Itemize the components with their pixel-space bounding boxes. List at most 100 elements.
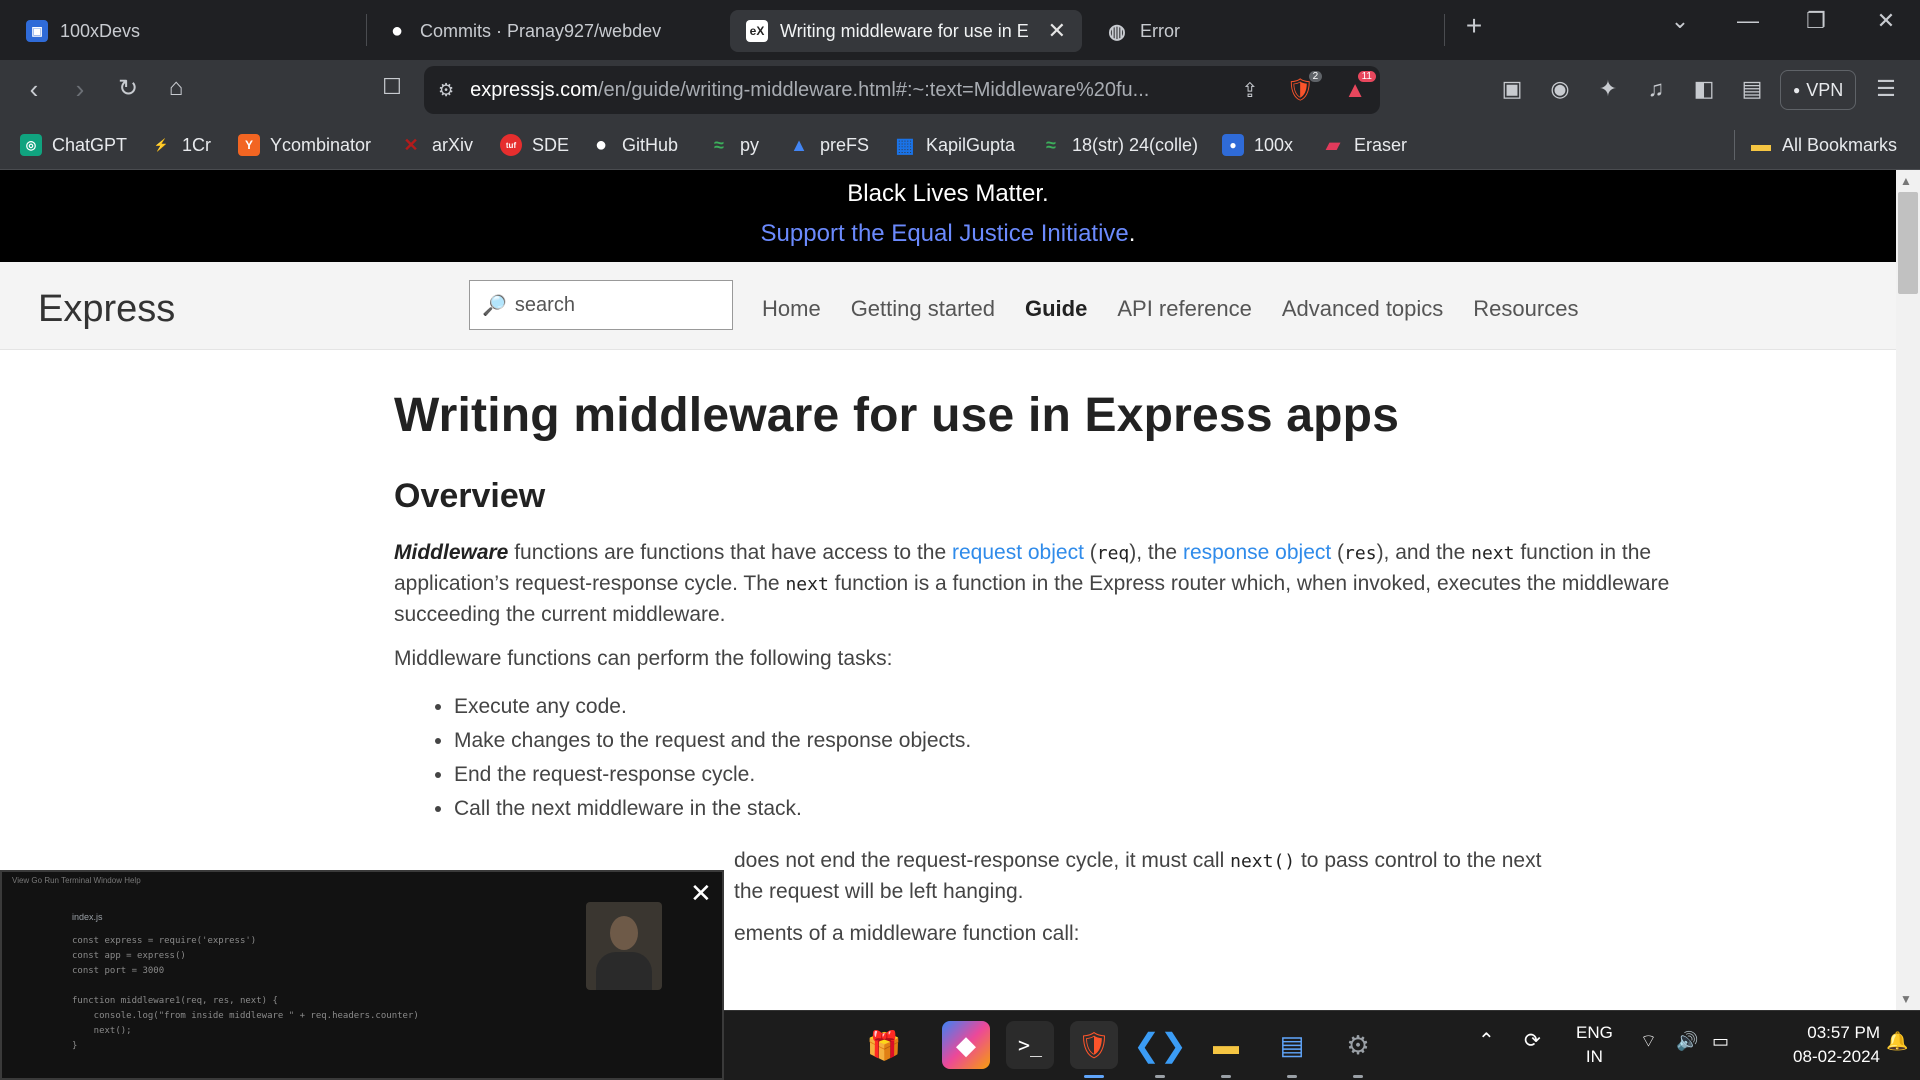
webcam-head [610, 916, 638, 950]
gift-widget-icon[interactable]: 🎁 [860, 1021, 908, 1069]
menu-icon[interactable]: ☰ [1872, 76, 1900, 104]
sidebar-toggle-icon[interactable]: ◧ [1690, 76, 1718, 104]
avatar-icon: ● [1222, 134, 1244, 156]
language-indicator[interactable]: ENG IN [1576, 1021, 1613, 1069]
tab-title: Writing middleware for use in Ex [780, 20, 1028, 41]
response-object-link[interactable]: response object [1183, 541, 1331, 564]
code-next-call: next() [1230, 851, 1296, 872]
banner-suffix: . [1128, 220, 1136, 247]
scrollbar-thumb[interactable] [1898, 192, 1918, 294]
media-icon[interactable]: ♫ [1642, 76, 1670, 104]
bookmark-chatgpt[interactable]: ◎ ChatGPT [20, 130, 127, 160]
page-scrollbar[interactable] [1896, 170, 1920, 1010]
nav-home[interactable]: Home [762, 296, 821, 322]
notepad-icon[interactable]: ▤ [1268, 1021, 1316, 1069]
show-hidden-icons-chevron-icon[interactable]: ⌃ [1478, 1029, 1495, 1053]
bookmark-kapilgupta[interactable]: ▦ KapilGupta [894, 130, 1016, 160]
battery-icon[interactable]: ▭ [1712, 1029, 1729, 1053]
pip-video-window[interactable]: View Go Run Terminal Window Help index.j… [0, 870, 724, 1080]
nav-advanced-topics[interactable]: Advanced topics [1282, 296, 1443, 322]
notifications-icon[interactable]: 🔔 [1886, 1029, 1908, 1053]
close-pip-icon[interactable]: ✕ [690, 878, 712, 909]
site-logo[interactable]: Express [38, 288, 175, 331]
all-bookmarks[interactable]: ▬ All Bookmarks [1750, 130, 1897, 160]
bookmark-ycombinator[interactable]: Y Ycombinator [238, 130, 371, 160]
vpn-button[interactable]: ● VPN [1780, 70, 1857, 110]
copilot-icon[interactable]: ◆ [942, 1021, 990, 1069]
bookmark-prefs[interactable]: ▲ preFS [788, 130, 869, 160]
sidebar-panel-icon[interactable]: ▣ [1498, 76, 1526, 104]
drive-icon: ▲ [790, 134, 808, 155]
bookmark-1cr[interactable]: ⚡ 1Cr [150, 130, 212, 160]
brave-icon[interactable]: 🛡 [1070, 1021, 1118, 1069]
article: Writing middleware for use in Express ap… [394, 388, 1694, 949]
bookmark-label: 18(str) 24(colle) [1072, 134, 1199, 155]
new-tab-button[interactable]: + [1454, 10, 1494, 42]
pip-webcam [586, 902, 662, 990]
back-button[interactable]: ‹ [16, 74, 52, 105]
tab-100xdevs[interactable]: ▣ 100xDevs [10, 10, 360, 52]
home-button[interactable]: ⌂ [158, 74, 194, 102]
nav-guide[interactable]: Guide [1025, 296, 1087, 322]
share-icon[interactable]: ⇪ [1242, 78, 1259, 103]
tab-writing-middleware[interactable]: eX Writing middleware for use in Ex ✕ [730, 10, 1082, 52]
tab-title: 100xDevs [60, 20, 141, 41]
site-settings-icon[interactable]: ⚙ [438, 80, 454, 101]
close-window-button[interactable]: ✕ [1866, 8, 1906, 34]
brave-rewards-icon[interactable]: ▲ 11 [1344, 71, 1376, 103]
bookmark-sde[interactable]: tuf SDE [500, 130, 569, 160]
text-run: to pass control to the next [1295, 849, 1542, 872]
nav-api-reference[interactable]: API reference [1117, 296, 1252, 322]
bookmark-18str[interactable]: ≈18(str) 24(colle) [1040, 130, 1198, 160]
close-tab-icon[interactable]: ✕ [1048, 18, 1066, 44]
wallet-icon[interactable]: ▤ [1738, 76, 1766, 104]
search-input[interactable]: 🔎 search [469, 280, 733, 330]
bookmark-label: 100x [1254, 134, 1294, 155]
tasks-list: Execute any code. Make changes to the re… [454, 690, 1694, 826]
bookmark-icon[interactable]: ☐ [374, 74, 410, 100]
github-icon: ● [594, 133, 608, 156]
file-explorer-icon[interactable]: ▬ [1202, 1021, 1250, 1069]
search-icon: 🔎 [482, 294, 507, 317]
list-item: Call the next middleware in the stack. [454, 792, 1694, 826]
nav-getting-started[interactable]: Getting started [851, 296, 995, 322]
window-icon: ▣ [26, 20, 48, 42]
link-icon: ≈ [1046, 134, 1056, 155]
leo-ai-icon[interactable]: ◉ [1546, 76, 1574, 104]
extensions-icon[interactable]: ✦ [1594, 76, 1622, 104]
banner-heading: Black Lives Matter. [847, 180, 1049, 207]
forward-button[interactable]: › [62, 74, 98, 105]
scroll-up-icon[interactable]: ▲ [1900, 174, 1912, 188]
tab-title: Error [1140, 20, 1180, 41]
reload-button[interactable]: ↻ [110, 74, 146, 103]
sync-icon[interactable]: ⟳ [1524, 1029, 1541, 1053]
bookmark-label: All Bookmarks [1782, 134, 1898, 155]
clock[interactable]: 03:57 PM 08-02-2024 [1760, 1021, 1880, 1069]
request-object-link[interactable]: request object [952, 541, 1084, 564]
active-indicator [1084, 1075, 1104, 1078]
tab-error[interactable]: ◍ Error [1090, 10, 1440, 52]
volume-icon[interactable]: 🔊 [1676, 1029, 1698, 1053]
tab-search-chevron-icon[interactable]: ⌄ [1660, 8, 1700, 34]
vpn-label: VPN [1806, 79, 1844, 100]
bookmark-github[interactable]: ● GitHub [590, 130, 678, 160]
minimize-button[interactable]: — [1728, 8, 1768, 34]
wifi-icon[interactable]: ⌔ [1640, 1029, 1657, 1053]
bookmark-py[interactable]: ≈ py [708, 130, 759, 160]
bookmark-arxiv[interactable]: ✕ arXiv [400, 130, 473, 160]
brave-shields-icon[interactable]: 🛡 2 [1286, 71, 1323, 103]
nav-resources[interactable]: Resources [1473, 296, 1578, 322]
bookmarks-bar: ◎ ChatGPT ⚡ 1Cr Y Ycombinator ✕ arXiv tuf SDE… [0, 120, 1920, 170]
bookmark-100x[interactable]: ● 100x [1222, 130, 1293, 160]
eji-link[interactable]: Support the Equal Justice Initiative [761, 220, 1129, 247]
pip-code-snippet: const express = require('express') const… [72, 936, 419, 1051]
restore-button[interactable]: ❐ [1796, 8, 1836, 34]
ycombinator-icon: Y [238, 134, 260, 156]
terminal-icon[interactable]: >_ [1006, 1021, 1054, 1069]
bookmark-eraser[interactable]: ▰ Eraser [1322, 130, 1407, 160]
scroll-down-icon[interactable]: ▼ [1900, 992, 1912, 1006]
address-bar[interactable]: ⚙ expressjs.com /en/guide/writing-middle… [424, 66, 1380, 114]
vscode-icon[interactable]: ❮❯ [1133, 1021, 1187, 1069]
tab-commits[interactable]: ● Commits · Pranay927/webdev [370, 10, 720, 52]
settings-icon[interactable]: ⚙ [1334, 1021, 1382, 1069]
